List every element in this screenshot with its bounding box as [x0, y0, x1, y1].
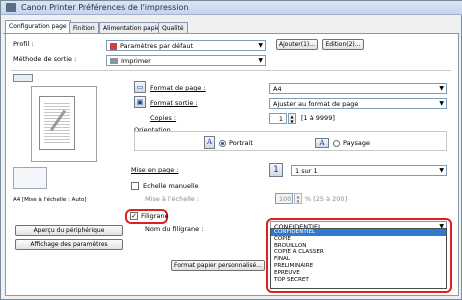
watermark-options-list: CONFIDENTIEL COPIE BROUILLON COPIE A CLA…	[270, 228, 447, 289]
preview-view-toggle[interactable]	[13, 74, 33, 82]
show-settings-button[interactable]: Affichage des paramètres	[15, 239, 123, 250]
output-format-select[interactable]: Ajuster au format de page ▼	[269, 98, 447, 109]
page-format-value: A4	[273, 85, 282, 93]
profile-value: Paramètres par défaut	[120, 42, 194, 50]
chevron-down-icon: ▼	[439, 85, 444, 92]
watermark-option[interactable]: COPIE	[271, 236, 446, 243]
landscape-label[interactable]: Paysage	[343, 139, 370, 147]
chevron-down-icon: ▼	[439, 167, 444, 174]
device-preview-button[interactable]: Aperçu du périphérique	[15, 225, 123, 236]
output-format-value: Ajuster au format de page	[273, 100, 359, 108]
watermark-option[interactable]: CONFIDENTIEL	[271, 229, 446, 236]
edit-profile-button[interactable]: Edition(2)...	[322, 39, 364, 50]
page-format-select[interactable]: A4 ▼	[269, 83, 447, 94]
printer-app-icon	[6, 3, 16, 12]
copies-value: 1	[278, 115, 283, 123]
page-size-icon: ▭	[134, 81, 146, 93]
layout-icon: 1	[269, 163, 283, 177]
output-method-label: Méthode de sortie :	[13, 55, 77, 63]
layout-label: Mise en page :	[131, 166, 179, 174]
orientation-group	[134, 131, 447, 151]
title-bar: Canon Printer Préférences de l'impressio…	[1, 1, 462, 15]
finishing-icons	[13, 167, 47, 189]
profile-label: Profil :	[13, 40, 34, 48]
section-divider	[11, 70, 451, 71]
copies-spinner[interactable]: ▲ ▼	[288, 113, 296, 124]
window-title: Canon Printer Préférences de l'impressio…	[21, 3, 189, 12]
scale-value: 100	[279, 195, 292, 203]
output-method-select[interactable]: Imprimer ▼	[106, 55, 266, 66]
chevron-down-icon: ▼	[439, 100, 444, 107]
printer-preferences-window: Canon Printer Préférences de l'impressio…	[0, 0, 462, 300]
watermark-checkbox[interactable]: ✓	[130, 212, 138, 220]
watermark-option[interactable]: COPIE A CLASSER	[271, 249, 446, 256]
portrait-icon: A	[204, 136, 215, 149]
chevron-down-icon: ▼	[258, 42, 263, 49]
portrait-radio[interactable]	[219, 140, 226, 147]
custom-paper-size-button[interactable]: Format papier personnalisé...	[171, 260, 265, 271]
preview-page	[39, 96, 75, 150]
output-size-icon: ▣	[134, 96, 146, 108]
profile-select[interactable]: Paramètres par défaut ▼	[106, 40, 266, 51]
copies-range: [1 à 9999]	[301, 114, 335, 122]
add-profile-button[interactable]: Ajouter(1)...	[276, 39, 318, 50]
watermark-option[interactable]: EPREUVE	[271, 270, 446, 277]
scale-input[interactable]: 100	[275, 193, 293, 204]
manual-scaling-label[interactable]: Echelle manuelle	[143, 182, 199, 190]
watermark-label[interactable]: Filigrane	[141, 212, 169, 220]
preview-caption: A4 [Mise à l'échelle : Auto]	[13, 197, 87, 203]
watermark-name-label: Nom du filigrane :	[145, 225, 204, 233]
tab-page-setup[interactable]: Configuration page	[5, 20, 71, 34]
watermark-option[interactable]: FINAL	[271, 256, 446, 263]
watermark-option[interactable]: TOP SECRET	[271, 277, 446, 284]
profile-icon	[110, 42, 117, 50]
watermark-option[interactable]: BROUILLON	[271, 243, 446, 250]
output-format-label: Format sortie :	[150, 99, 198, 107]
scale-label: Mise à l'échelle :	[145, 195, 200, 203]
chevron-down-icon: ▼	[258, 57, 263, 64]
scale-range: % [25 à 200]	[305, 195, 348, 203]
landscape-radio[interactable]	[333, 140, 340, 147]
watermark-option[interactable]: PRELIMINAIRE	[271, 263, 446, 270]
copies-input[interactable]: 1	[269, 113, 287, 124]
layout-value: 1 sur 1	[295, 167, 318, 175]
layout-select[interactable]: 1 sur 1 ▼	[291, 165, 447, 176]
portrait-label[interactable]: Portrait	[229, 139, 253, 147]
scale-spinner[interactable]: ▲ ▼	[294, 193, 302, 204]
output-method-value: Imprimer	[121, 57, 151, 65]
landscape-icon: A	[315, 138, 329, 148]
printer-icon	[110, 58, 118, 64]
copies-label: Copies :	[150, 114, 177, 122]
manual-scaling-checkbox[interactable]	[131, 182, 139, 190]
page-format-label: Format de page :	[150, 84, 206, 92]
